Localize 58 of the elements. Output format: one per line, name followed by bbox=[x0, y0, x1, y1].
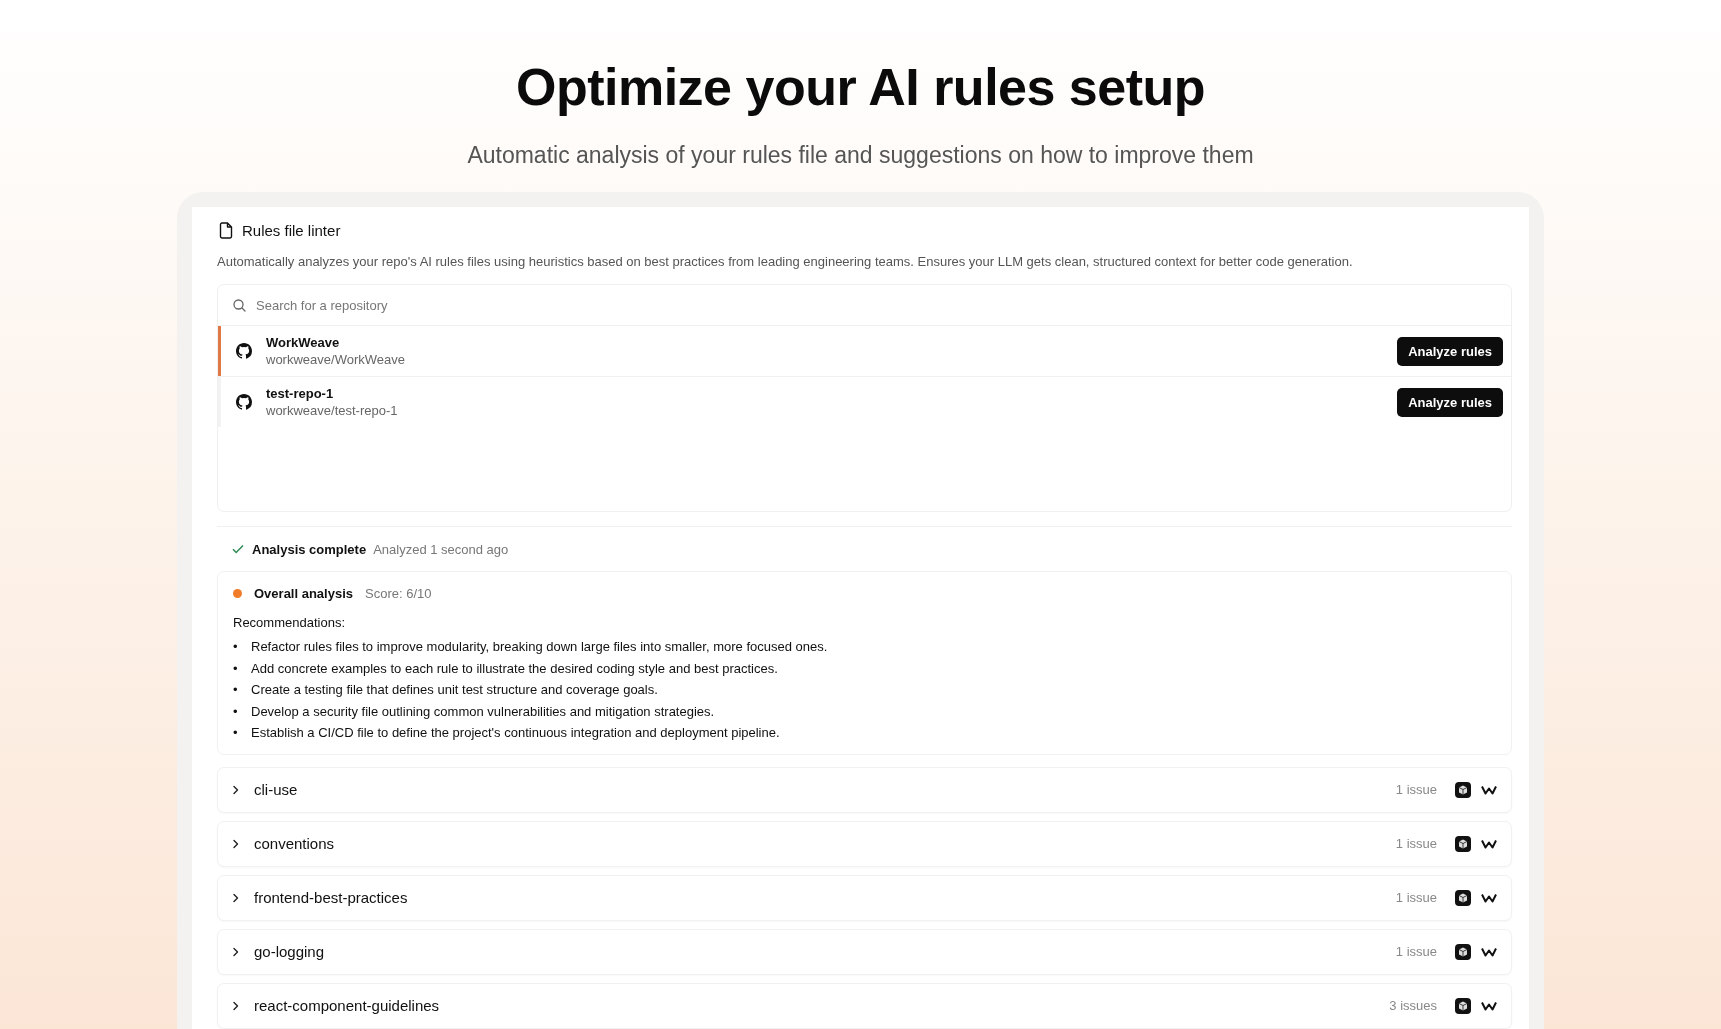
zigzag-icon[interactable] bbox=[1481, 946, 1497, 957]
rule-file-row[interactable]: frontend-best-practices 1 issue bbox=[217, 874, 1512, 921]
recommendation-item: Add concrete examples to each rule to illustrate the desired coding style and best practices. bbox=[251, 659, 778, 678]
rule-file-row[interactable]: go-logging 1 issue bbox=[217, 928, 1512, 975]
repository-row[interactable]: WorkWeave workweave/WorkWeave Analyze rules bbox=[218, 325, 1511, 376]
card-description: Automatically analyzes your repo's AI rules files using heuristics based on best practices from leading engineering teams. Ensures your LLM gets clean, structured context for better code generation. bbox=[217, 253, 1354, 271]
card-title: Rules file linter bbox=[242, 221, 341, 239]
repository-row[interactable]: test-repo-1 workweave/test-repo-1 Analyze rules bbox=[218, 376, 1511, 427]
repository-name: WorkWeave bbox=[266, 335, 341, 350]
repository-name: test-repo-1 bbox=[266, 386, 335, 401]
bullet-marker: • bbox=[233, 681, 239, 699]
overall-analysis-title: Overall analysis bbox=[254, 586, 353, 601]
bullet-marker: • bbox=[233, 702, 239, 721]
zigzag-icon[interactable] bbox=[1481, 784, 1497, 795]
issue-count: 1 issue bbox=[1395, 944, 1437, 959]
repository-path: workweave/test-repo-1 bbox=[266, 403, 399, 418]
page-subtitle: Automatic analysis of your rules file and suggestions on how to improve them bbox=[466, 141, 1255, 170]
zigzag-icon[interactable] bbox=[1481, 892, 1497, 903]
cube-icon[interactable] bbox=[1455, 781, 1471, 798]
page-title: Optimize your AI rules setup bbox=[514, 57, 1207, 118]
rule-file-name: go-logging bbox=[254, 943, 326, 960]
issue-count: 1 issue bbox=[1395, 836, 1437, 851]
analyze-rules-button[interactable]: Analyze rules bbox=[1397, 336, 1503, 366]
issue-count: 3 issues bbox=[1389, 998, 1437, 1013]
bullet-marker: • bbox=[233, 659, 239, 678]
repository-path: workweave/WorkWeave bbox=[266, 352, 406, 367]
recommendation-item: Refactor rules files to improve modularity, breaking down large files into smaller, more focused ones. bbox=[251, 638, 828, 656]
cube-icon[interactable] bbox=[1455, 943, 1471, 960]
github-icon bbox=[236, 394, 252, 410]
bullet-marker: • bbox=[233, 638, 239, 656]
cube-icon[interactable] bbox=[1455, 889, 1471, 906]
cube-icon[interactable] bbox=[1455, 835, 1471, 852]
rule-file-row[interactable]: conventions 1 issue bbox=[217, 820, 1512, 867]
cube-icon[interactable] bbox=[1455, 997, 1471, 1014]
analysis-time: Analyzed 1 second ago bbox=[373, 541, 509, 557]
document-icon bbox=[219, 221, 233, 239]
recommendations-heading: Recommendations: bbox=[233, 615, 346, 630]
score-label: Score: 6/10 bbox=[365, 586, 432, 601]
recommendation-item: Establish a CI/CD file to define the project's continuous integration and deployment pipeline. bbox=[251, 724, 780, 742]
issue-count: 1 issue bbox=[1395, 890, 1437, 905]
github-icon bbox=[236, 343, 252, 359]
rule-file-name: cli-use bbox=[254, 781, 299, 798]
zigzag-icon[interactable] bbox=[1481, 838, 1497, 849]
bullet-marker: • bbox=[233, 724, 239, 742]
rule-file-name: react-component-guidelines bbox=[254, 997, 441, 1014]
rule-file-row[interactable]: cli-use 1 issue bbox=[217, 766, 1512, 813]
search-field[interactable]: Search for a repository bbox=[254, 296, 1496, 314]
zigzag-icon[interactable] bbox=[1481, 1000, 1497, 1011]
issue-count: 1 issue bbox=[1395, 782, 1437, 797]
rule-file-name: frontend-best-practices bbox=[254, 889, 409, 906]
search-icon bbox=[233, 298, 246, 312]
checkmark-icon bbox=[232, 544, 244, 554]
recommendation-item: Develop a security file outlining common vulnerabilities and mitigation strategies. bbox=[251, 702, 715, 721]
rule-file-name: conventions bbox=[254, 835, 336, 852]
status-label: Analysis complete bbox=[252, 541, 367, 557]
rule-file-row[interactable]: react-component-guidelines 3 issues bbox=[217, 982, 1512, 1029]
recommendation-item: Create a testing file that defines unit test structure and coverage goals. bbox=[251, 681, 658, 699]
analyze-rules-button[interactable]: Analyze rules bbox=[1397, 387, 1503, 417]
